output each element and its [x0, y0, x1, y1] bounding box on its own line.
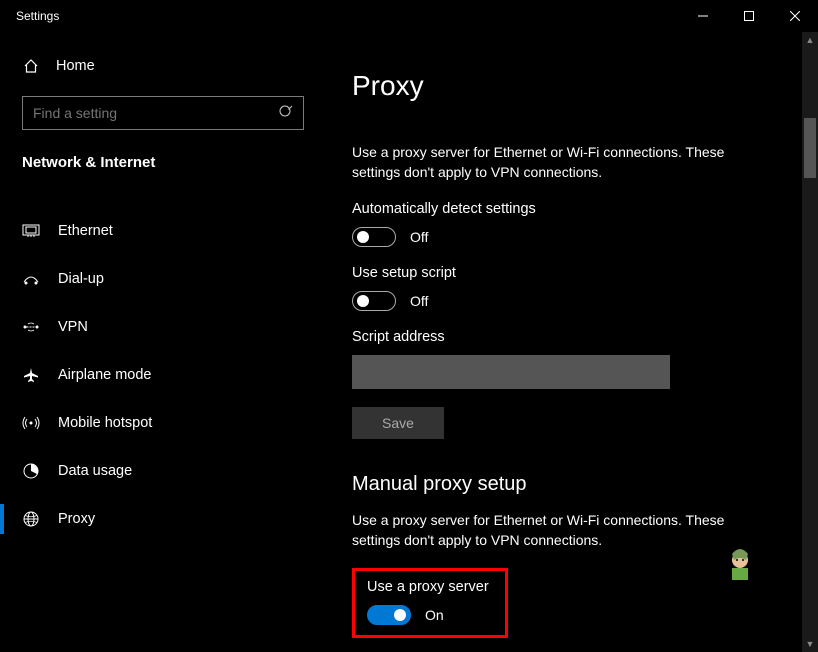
- minimize-button[interactable]: [680, 0, 726, 32]
- sidebar-item-dialup[interactable]: Dial-up: [0, 255, 322, 303]
- proxy-icon: [22, 511, 40, 527]
- sidebar-item-label: Proxy: [58, 511, 95, 527]
- sidebar-item-label: Airplane mode: [58, 367, 152, 383]
- scroll-down-icon[interactable]: ▼: [802, 636, 818, 652]
- auto-detect-toggle[interactable]: [352, 227, 396, 247]
- auto-detect-state: Off: [410, 229, 428, 245]
- auto-proxy-description: Use a proxy server for Ethernet or Wi-Fi…: [352, 142, 772, 183]
- ethernet-icon: [22, 224, 40, 238]
- sidebar-item-label: Data usage: [58, 463, 132, 479]
- title-bar: Settings: [0, 0, 818, 32]
- airplane-icon: [22, 367, 40, 383]
- search-icon: [278, 104, 294, 125]
- home-nav[interactable]: Home: [0, 46, 322, 86]
- setup-script-label: Use setup script: [352, 265, 788, 281]
- highlight-annotation: Use a proxy server On: [352, 568, 508, 638]
- datausage-icon: [22, 463, 40, 479]
- sidebar-item-label: Dial-up: [58, 271, 104, 287]
- window-title: Settings: [16, 9, 59, 23]
- sidebar-item-label: Ethernet: [58, 223, 113, 239]
- sidebar-item-ethernet[interactable]: Ethernet: [0, 207, 322, 255]
- sidebar-item-datausage[interactable]: Data usage: [0, 447, 322, 495]
- scroll-up-icon[interactable]: ▲: [802, 32, 818, 48]
- page-title: Proxy: [352, 70, 788, 102]
- auto-detect-label: Automatically detect settings: [352, 201, 788, 217]
- use-proxy-state: On: [425, 607, 444, 623]
- sidebar-item-label: Mobile hotspot: [58, 415, 152, 431]
- sidebar-item-airplane[interactable]: Airplane mode: [0, 351, 322, 399]
- sidebar-item-hotspot[interactable]: Mobile hotspot: [0, 399, 322, 447]
- setup-script-toggle[interactable]: [352, 291, 396, 311]
- sidebar: Home Network & Internet Ethernet Dial-up…: [0, 32, 322, 652]
- use-proxy-toggle[interactable]: [367, 605, 411, 625]
- vpn-icon: [22, 320, 40, 334]
- sidebar-category: Network & Internet: [0, 130, 322, 189]
- maximize-button[interactable]: [726, 0, 772, 32]
- avatar-graphic: [722, 546, 758, 582]
- manual-proxy-heading: Manual proxy setup: [352, 473, 788, 496]
- home-label: Home: [56, 58, 95, 74]
- dialup-icon: [22, 272, 40, 286]
- script-address-input[interactable]: [352, 355, 670, 389]
- use-proxy-label: Use a proxy server: [367, 579, 493, 595]
- search-input[interactable]: [22, 96, 304, 130]
- manual-proxy-description: Use a proxy server for Ethernet or Wi-Fi…: [352, 510, 772, 551]
- window-controls: [680, 0, 818, 32]
- scroll-thumb[interactable]: [804, 118, 816, 178]
- sidebar-item-label: VPN: [58, 319, 88, 335]
- scrollbar[interactable]: ▲ ▼: [802, 32, 818, 652]
- hotspot-icon: [22, 415, 40, 431]
- close-button[interactable]: [772, 0, 818, 32]
- script-address-label: Script address: [352, 329, 788, 345]
- sidebar-item-vpn[interactable]: VPN: [0, 303, 322, 351]
- save-button[interactable]: Save: [352, 407, 444, 439]
- search-box[interactable]: [22, 96, 304, 130]
- main-panel: Proxy Use a proxy server for Ethernet or…: [322, 32, 818, 652]
- setup-script-state: Off: [410, 293, 428, 309]
- home-icon: [22, 58, 40, 74]
- sidebar-item-proxy[interactable]: Proxy: [0, 495, 322, 543]
